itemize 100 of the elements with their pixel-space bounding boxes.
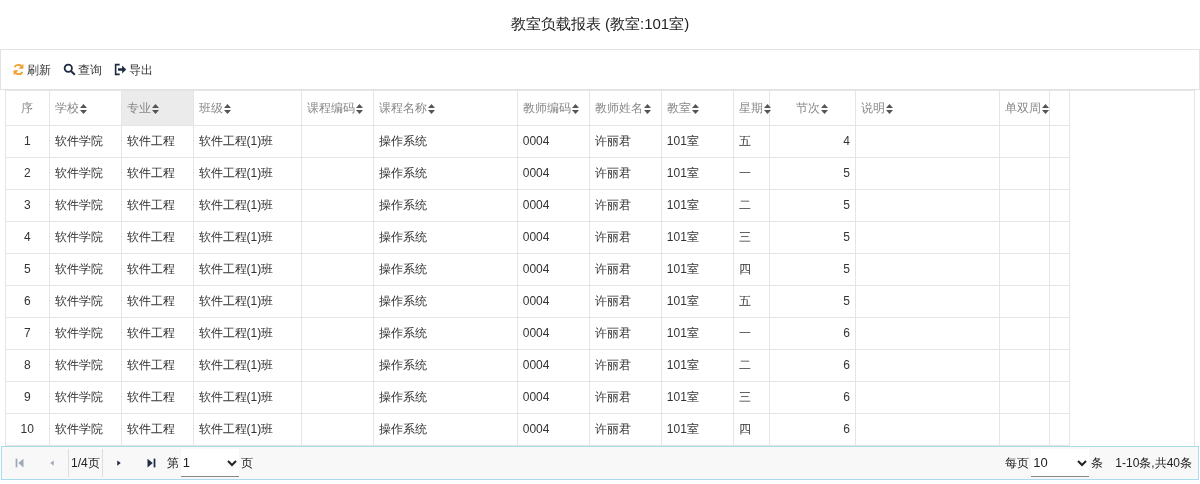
first-page-icon: [13, 456, 27, 470]
page-prefix: 第: [166, 455, 179, 472]
column-header[interactable]: 教师姓名: [589, 91, 662, 125]
table-cell: 三: [733, 381, 770, 413]
table-cell: 五: [733, 285, 770, 317]
table-cell: 操作系统: [373, 221, 518, 253]
table-cell: 软件学院: [49, 125, 122, 157]
sort-icon: [763, 103, 771, 114]
sort-icon: [355, 103, 363, 114]
table-cell: 操作系统: [373, 125, 518, 157]
column-header[interactable]: 课程名称: [373, 91, 518, 125]
table-cell: 0004: [517, 189, 590, 221]
table-cell: 二: [733, 189, 770, 221]
table-cell: 0004: [517, 317, 590, 349]
table-cell: 6: [769, 349, 856, 381]
table-cell: 软件学院: [49, 349, 122, 381]
table-cell: 操作系统: [373, 413, 518, 445]
table-cell: 9: [6, 381, 49, 413]
table-cell: 软件学院: [49, 157, 122, 189]
toolbar-button[interactable]: 导出: [114, 60, 153, 79]
table-cell: 0004: [517, 125, 590, 157]
table-cell: 5: [769, 221, 856, 253]
table-cell: 操作系统: [373, 253, 518, 285]
table-cell: 软件工程: [121, 413, 194, 445]
table-cell: 四: [733, 413, 770, 445]
table-cell: 软件工程: [121, 221, 194, 253]
table-cell: 软件工程(1)班: [193, 253, 302, 285]
chevron-down-icon: [226, 458, 237, 467]
table-cell: 0004: [517, 157, 590, 189]
table-cell: 0004: [517, 349, 590, 381]
table-cell: 软件工程(1)班: [193, 317, 302, 349]
column-header[interactable]: 星期: [733, 91, 770, 125]
table-cell: 6: [769, 381, 856, 413]
column-header[interactable]: 序: [6, 91, 49, 125]
table-cell: 许丽君: [589, 413, 662, 445]
table-cell: 操作系统: [373, 157, 518, 189]
table-cell: 软件工程(1)班: [193, 349, 302, 381]
table-cell: 四: [733, 253, 770, 285]
column-header[interactable]: 教师编码: [517, 91, 590, 125]
table-cell: 软件学院: [49, 189, 122, 221]
table-cell: 许丽君: [589, 349, 662, 381]
table-cell: 101室: [661, 349, 734, 381]
table-cell: 软件学院: [49, 317, 122, 349]
table-cell: 6: [6, 285, 49, 317]
record-summary: 1-10条,共40条: [1115, 455, 1192, 472]
table-cell: 101室: [661, 285, 734, 317]
sort-icon: [571, 103, 579, 114]
table-cell: 许丽君: [589, 381, 662, 413]
page-size-select[interactable]: 10: [1031, 449, 1090, 477]
column-header[interactable]: 学校: [49, 91, 122, 125]
column-header[interactable]: 说明: [855, 91, 1000, 125]
table-cell: 一: [733, 157, 770, 189]
column-header[interactable]: 课程编码: [301, 91, 374, 125]
table-cell: 软件工程(1)班: [193, 413, 302, 445]
table-cell: 7: [6, 317, 49, 349]
table-cell: 软件工程: [121, 349, 194, 381]
table-cell: 8: [6, 349, 49, 381]
table-cell: 软件学院: [49, 285, 122, 317]
table-cell: 6: [769, 413, 856, 445]
table-cell: 4: [6, 221, 49, 253]
table-cell: 0004: [517, 285, 590, 317]
table-cell: 三: [733, 221, 770, 253]
table-cell: 3: [6, 189, 49, 221]
table-cell: 软件工程: [121, 317, 194, 349]
sort-icon: [691, 103, 699, 114]
report-title: 教室负载报表 (教室:101室): [510, 14, 690, 35]
table-cell: 操作系统: [373, 189, 518, 221]
table-cell: 5: [6, 253, 49, 285]
table-cell: 软件工程(1)班: [193, 189, 302, 221]
column-header[interactable]: 专业: [121, 91, 194, 125]
page-select[interactable]: 1: [180, 449, 239, 477]
toolbar-button[interactable]: 刷新: [12, 60, 51, 79]
table-cell: 软件工程: [121, 253, 194, 285]
column-header[interactable]: 班级: [193, 91, 302, 125]
table-cell: 软件工程: [121, 189, 194, 221]
table-cell: 软件工程: [121, 157, 194, 189]
table-cell: 操作系统: [373, 381, 518, 413]
page-suffix: 页: [240, 455, 253, 472]
table-cell: 101室: [661, 413, 734, 445]
sort-icon: [643, 103, 651, 114]
column-header[interactable]: 单双周: [999, 91, 1050, 125]
table-cell: 许丽君: [589, 285, 662, 317]
table-cell: 5: [769, 253, 856, 285]
table-cell: 101室: [661, 221, 734, 253]
table-cell: 软件学院: [49, 253, 122, 285]
toolbar-button[interactable]: 查询: [63, 60, 102, 79]
table-cell: 许丽君: [589, 157, 662, 189]
sort-icon: [885, 103, 893, 114]
table-cell: 软件工程(1)班: [193, 285, 302, 317]
table-cell: 操作系统: [373, 317, 518, 349]
table-cell: 软件学院: [49, 413, 122, 445]
table-cell: 5: [769, 157, 856, 189]
table-cell: 许丽君: [589, 125, 662, 157]
table-cell: 软件工程: [121, 125, 194, 157]
table-cell: 软件学院: [49, 221, 122, 253]
table-cell: 0004: [517, 253, 590, 285]
column-header[interactable]: 节次: [769, 91, 856, 125]
table-cell: 许丽君: [589, 317, 662, 349]
table-cell: 6: [769, 317, 856, 349]
column-header[interactable]: 教室: [661, 91, 734, 125]
